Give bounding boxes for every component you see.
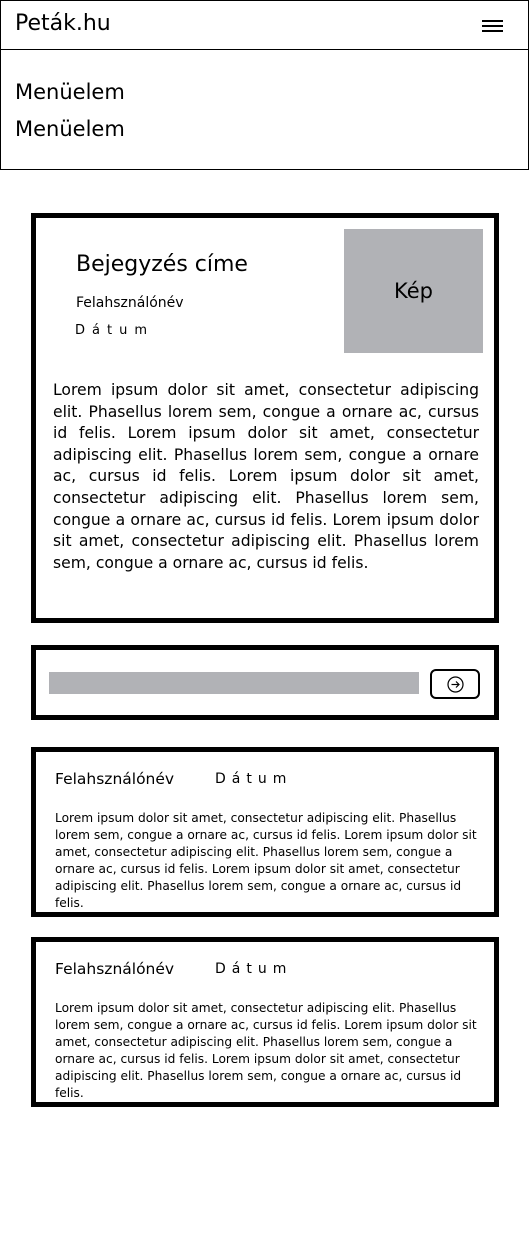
comment-card: Felahsználónév Dátum Lorem ipsum dolor s…: [31, 937, 499, 1107]
nav-menu: Menüelem Menüelem: [0, 49, 529, 170]
comment-body: Lorem ipsum dolor sit amet, consectetur …: [55, 811, 477, 910]
menu-item-2[interactable]: Menüelem: [15, 116, 125, 142]
comment-body: Lorem ipsum dolor sit amet, consectetur …: [55, 1001, 477, 1100]
post-image-label: Kép: [394, 279, 433, 303]
arrow-right-circle-icon: [447, 676, 464, 693]
comment-form: [31, 645, 499, 720]
comment-username[interactable]: Felahsználónév: [55, 958, 174, 980]
hamburger-bar: [482, 20, 503, 22]
hamburger-bar: [482, 25, 503, 27]
hamburger-menu-icon[interactable]: [482, 19, 504, 33]
post-date: Dátum: [75, 323, 154, 338]
post-username[interactable]: Felahsználónév: [76, 293, 184, 313]
comment-input[interactable]: [49, 672, 419, 694]
site-header: Peták.hu: [0, 0, 529, 50]
send-comment-button[interactable]: [430, 669, 480, 699]
post-title: Bejegyzés címe: [76, 252, 248, 277]
post-card: Bejegyzés címe Felahsználónév Dátum Kép …: [31, 213, 499, 623]
comment-date: Dátum: [215, 771, 293, 787]
post-image: Kép: [344, 229, 483, 353]
comment-card: Felahsználónév Dátum Lorem ipsum dolor s…: [31, 747, 499, 917]
comment-username[interactable]: Felahsználónév: [55, 768, 174, 790]
menu-item-1[interactable]: Menüelem: [15, 79, 125, 105]
site-brand[interactable]: Peták.hu: [15, 10, 111, 38]
post-body: Lorem ipsum dolor sit amet, consectetur …: [53, 381, 479, 572]
hamburger-bar: [482, 30, 503, 32]
comment-date: Dátum: [215, 961, 293, 977]
